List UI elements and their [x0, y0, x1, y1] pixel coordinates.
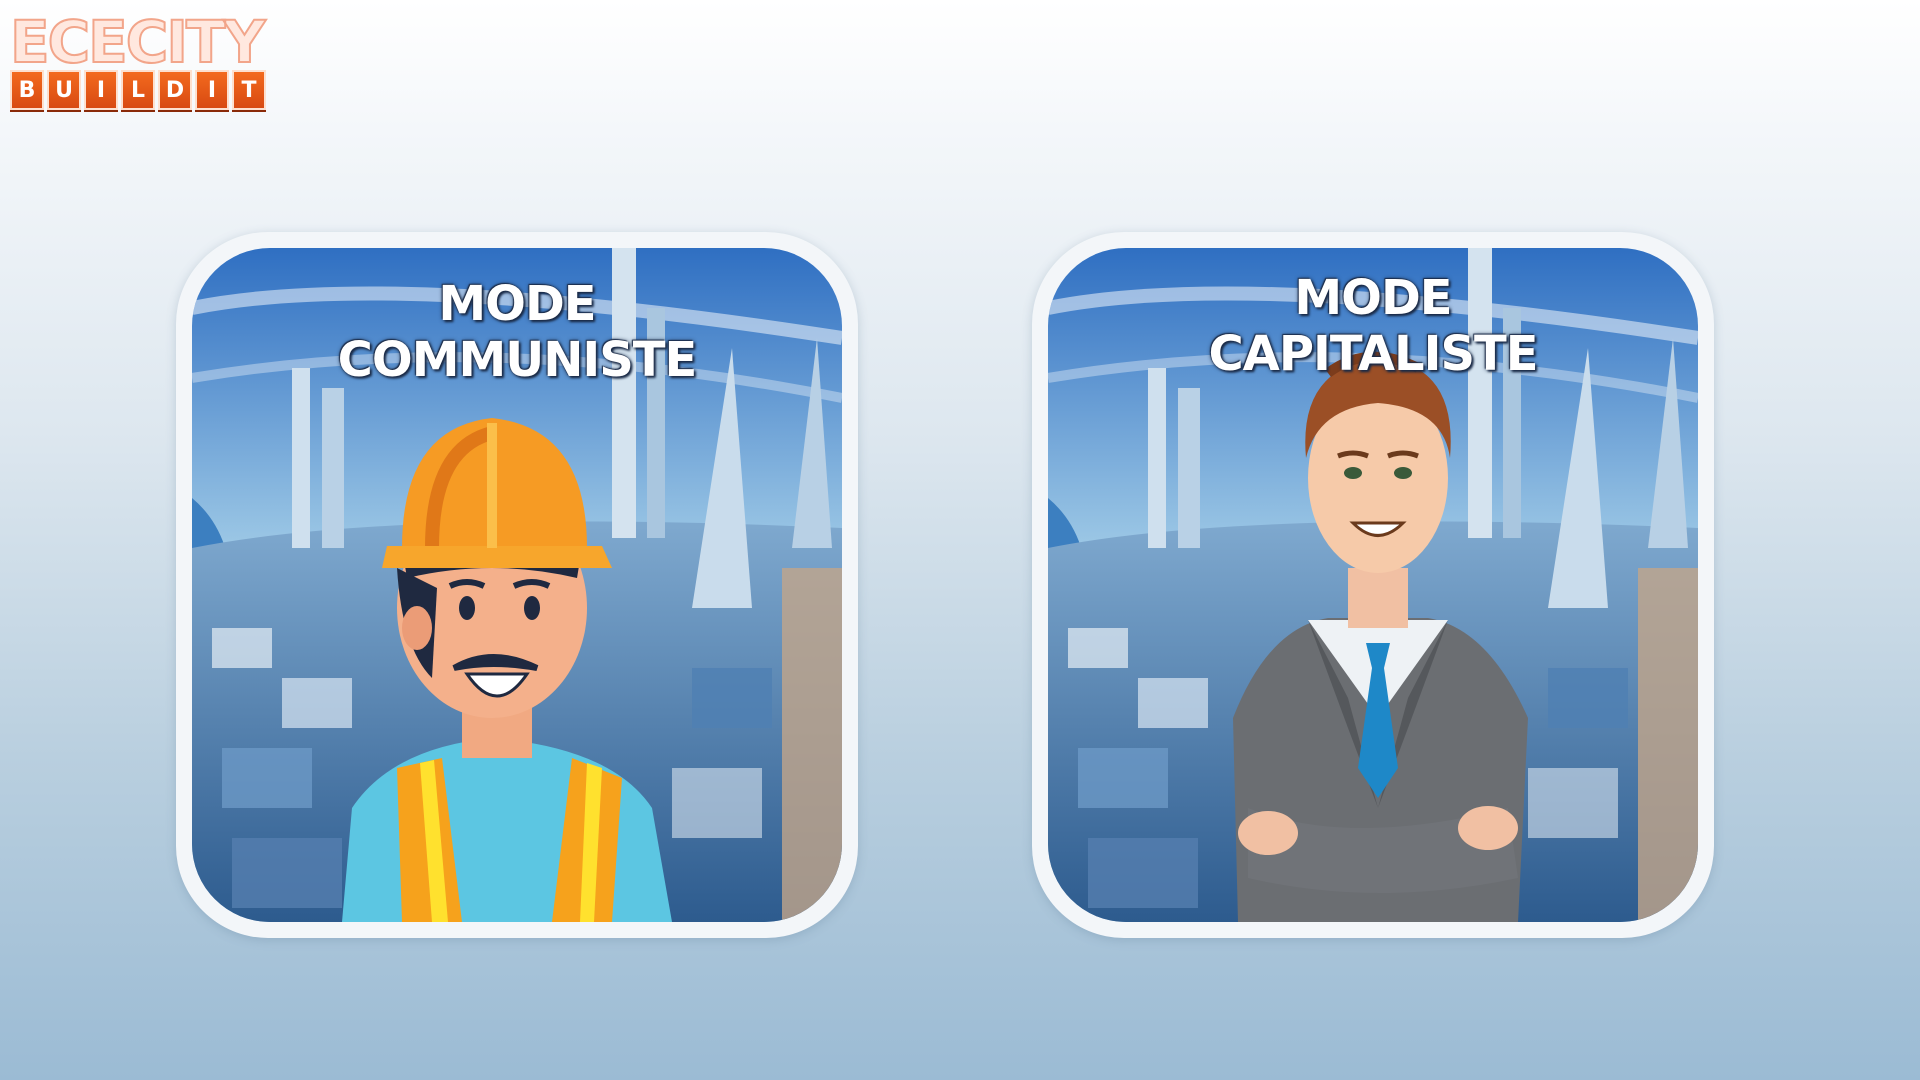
logo-letter: T	[232, 70, 266, 110]
mode-title-line2: CAPITALISTE	[1208, 326, 1538, 382]
mode-communiste-button[interactable]: MODE COMMUNISTE	[176, 232, 858, 938]
mode-title-line1: MODE	[1294, 270, 1452, 326]
mode-title: MODE CAPITALISTE	[1032, 270, 1714, 382]
logo-letter: I	[195, 70, 229, 110]
mode-capitaliste-button[interactable]: MODE CAPITALISTE	[1032, 232, 1714, 938]
mode-title-line1: MODE	[438, 276, 596, 332]
logo-letter: U	[47, 70, 81, 110]
logo-letter: I	[84, 70, 118, 110]
mode-title-line2: COMMUNISTE	[337, 332, 698, 388]
mode-title: MODE COMMUNISTE	[176, 276, 858, 388]
logo-letter: L	[121, 70, 155, 110]
logo-letter: D	[158, 70, 192, 110]
game-logo: ECECITY B U I L D I T	[9, 8, 300, 112]
logo-letter: B	[10, 70, 44, 110]
logo-subtitle: B U I L D I T	[10, 70, 266, 110]
logo-title: ECECITY	[9, 8, 267, 76]
